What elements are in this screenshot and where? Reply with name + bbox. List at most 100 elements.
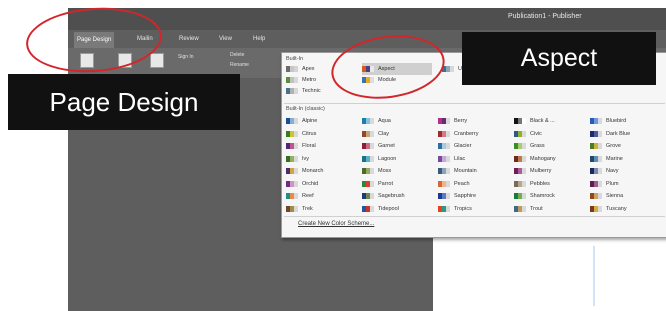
color-scheme-mulberry[interactable]: Mulberry [514,165,588,177]
color-chips [590,180,602,187]
color-scheme-sagebrush[interactable]: Sagebrush [362,190,436,202]
scheme-name: Peach [454,180,470,187]
scheme-name: Floral [302,143,316,149]
color-scheme-navy[interactable]: Navy [590,165,664,177]
color-scheme-garnet[interactable]: Garnet [362,140,436,152]
color-chips [438,168,450,174]
color-scheme-glacier[interactable]: Glacier [438,140,512,152]
scheme-name: Black & ... [530,118,555,124]
scheme-name: Mahogany [530,155,556,162]
color-scheme-monarch[interactable]: Monarch [286,165,360,177]
sign-in-label[interactable]: Sign In [178,54,194,60]
color-chips [286,155,298,162]
color-chips [286,130,298,137]
scheme-name: Trek [302,205,313,212]
color-scheme-pebbles[interactable]: Pebbles [514,178,588,190]
color-chips [362,193,374,199]
scheme-name: Reef [302,193,314,199]
color-chips [590,193,602,199]
color-scheme-marine[interactable]: Marine [590,153,664,165]
color-chips [590,168,602,174]
scheme-name: Grove [606,143,621,149]
scheme-name: Lilac [454,155,466,162]
scheme-name: Sienna [606,193,624,199]
color-scheme-tuscany[interactable]: Tuscany [590,203,664,215]
color-scheme-civic[interactable]: Civic [514,128,588,140]
delete-button[interactable]: Delete [230,52,244,58]
color-scheme-dark-blue[interactable]: Dark Blue [590,128,664,140]
scheme-name: Glacier [454,143,472,149]
scheme-name: Bluebird [606,118,627,124]
color-chips [514,193,526,199]
color-scheme-ivy[interactable]: Ivy [286,153,360,165]
color-scheme-aqua[interactable]: Aqua [362,115,436,127]
color-chips [514,143,526,149]
color-scheme-grass[interactable]: Grass [514,140,588,152]
color-scheme-berry[interactable]: Berry [438,115,512,127]
color-scheme-mahogany[interactable]: Mahogany [514,153,588,165]
color-chips [286,193,298,199]
color-chips [514,205,526,212]
color-scheme-black[interactable]: Black & ... [514,115,588,127]
color-scheme-peach[interactable]: Peach [438,178,512,190]
color-scheme-alpine[interactable]: Alpine [286,115,360,127]
color-chips [590,205,602,212]
scheme-name: Pebbles [530,180,550,187]
color-scheme-clay[interactable]: Clay [362,128,436,140]
scheme-name: Dark Blue [606,130,631,137]
color-scheme-sapphire[interactable]: Sapphire [438,190,512,202]
margins-icon[interactable] [150,53,164,68]
color-chips [590,143,602,149]
color-scheme-sienna[interactable]: Sienna [590,190,664,202]
color-scheme-trout[interactable]: Trout [514,203,588,215]
color-scheme-floral[interactable]: Floral [286,140,360,152]
color-chips [286,77,298,83]
scheme-name: Marine [606,155,623,162]
scheme-name: Mountain [454,168,477,174]
scheme-name: Sapphire [454,193,477,199]
color-scheme-lagoon[interactable]: Lagoon [362,153,436,165]
color-scheme-lilac[interactable]: Lilac [438,153,512,165]
color-chips [362,130,374,137]
scheme-name: Citrus [302,130,317,137]
tab-review[interactable]: Review [176,34,202,44]
color-chips [514,155,526,162]
color-scheme-moss[interactable]: Moss [362,165,436,177]
color-scheme-tidepool[interactable]: Tidepool [362,203,436,215]
scheme-name: Tidepool [378,205,399,212]
scheme-name: Tropics [454,205,472,212]
color-chips [590,155,602,162]
tab-help[interactable]: Help [250,34,268,44]
color-scheme-trek[interactable]: Trek [286,203,360,215]
color-scheme-orchid[interactable]: Orchid [286,178,360,190]
color-scheme-shamrock[interactable]: Shamrock [514,190,588,202]
scheme-name: Lagoon [378,155,397,162]
color-scheme-reef[interactable]: Reef [286,190,360,202]
color-chips [362,205,374,212]
scheme-name: Shamrock [530,193,555,199]
color-chips [286,205,298,212]
rename-button[interactable]: Rename [230,62,249,68]
page-design-callout: Page Design [8,74,240,130]
create-new-color-scheme-link[interactable]: Create New Color Scheme... [298,221,374,227]
color-scheme-bluebird[interactable]: Bluebird [590,115,664,127]
color-chips [362,143,374,149]
builtin-section-header: Built-In [286,56,304,62]
color-scheme-tropics[interactable]: Tropics [438,203,512,215]
section-divider [284,103,665,104]
color-chips [362,118,374,124]
scheme-name: Sagebrush [378,193,405,199]
color-scheme-grove[interactable]: Grove [590,140,664,152]
color-chips [438,155,450,162]
color-chips [286,168,298,174]
color-scheme-mountain[interactable]: Mountain [438,165,512,177]
scheme-name: Monarch [302,168,324,174]
color-scheme-parrot[interactable]: Parrot [362,178,436,190]
color-chips [514,118,526,124]
tab-view[interactable]: View [216,34,235,44]
color-chips [438,130,450,137]
color-scheme-citrus[interactable]: Citrus [286,128,360,140]
color-scheme-cranberry[interactable]: Cranberry [438,128,512,140]
scheme-name: Plum [606,180,619,187]
color-scheme-plum[interactable]: Plum [590,178,664,190]
